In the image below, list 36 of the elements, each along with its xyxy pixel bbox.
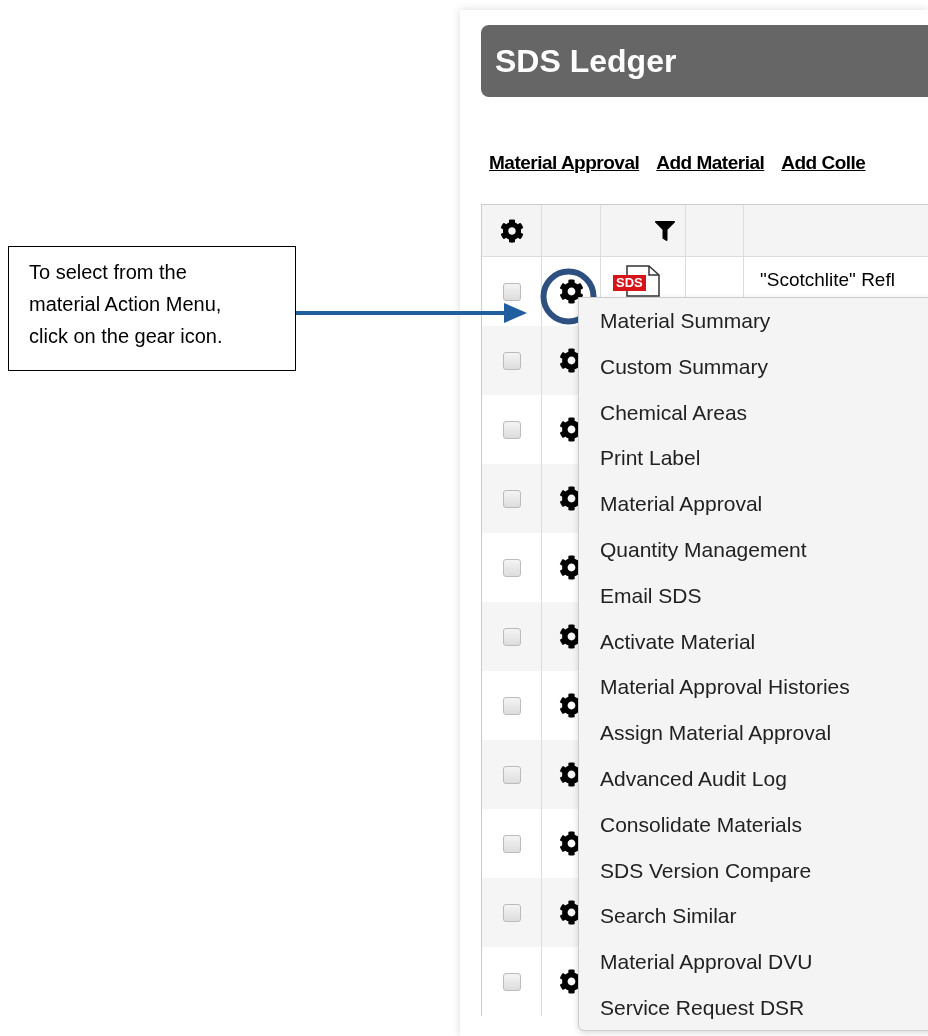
row-checkbox[interactable] — [502, 627, 521, 646]
ledger-header: SDS Ledger — [481, 25, 928, 97]
row-checkbox[interactable] — [502, 765, 521, 784]
menu-item[interactable]: Quantity Management — [579, 527, 928, 573]
filter-icon[interactable] — [655, 220, 675, 241]
callout-box: To select from the material Action Menu, click on the gear icon. — [8, 246, 296, 371]
row-checkbox[interactable] — [502, 972, 521, 991]
menu-item[interactable]: Material Approval Histories — [579, 664, 928, 711]
material-name: "Scotchlite" Refl — [760, 270, 895, 290]
menu-item[interactable]: Service Request DSR — [579, 984, 928, 1031]
menu-item[interactable]: Activate Material — [579, 618, 928, 665]
row-checkbox[interactable] — [502, 558, 521, 577]
menu-item[interactable]: Chemical Areas — [579, 389, 928, 436]
row-checkbox[interactable] — [502, 351, 521, 370]
row-checkbox[interactable] — [502, 696, 521, 715]
menu-item[interactable]: Custom Summary — [579, 343, 928, 390]
settings-icon[interactable] — [499, 218, 524, 243]
menu-item[interactable]: SDS Version Compare — [579, 847, 928, 894]
menu-item[interactable]: Advanced Audit Log — [579, 755, 928, 802]
menu-item[interactable]: Material Approval DVU — [579, 939, 928, 985]
menu-item[interactable]: Email SDS — [579, 572, 928, 619]
menu-item[interactable]: Material Approval — [579, 481, 928, 527]
row-checkbox[interactable] — [502, 282, 521, 301]
row-checkbox[interactable] — [502, 489, 521, 508]
toolbar-link[interactable]: Add Colle — [781, 149, 866, 183]
menu-item[interactable]: Print Label — [579, 435, 928, 482]
menu-item[interactable]: Material Summary — [579, 298, 928, 344]
row-checkbox[interactable] — [502, 834, 521, 853]
menu-item[interactable]: Consolidate Materials — [579, 801, 928, 848]
toolbar-link[interactable]: Add Material — [656, 149, 765, 183]
settings-icon[interactable] — [558, 279, 584, 304]
menu-item[interactable]: Search Similar — [579, 893, 928, 940]
row-checkbox[interactable] — [502, 420, 521, 439]
row-checkbox[interactable] — [502, 903, 521, 922]
menu-item[interactable]: Assign Material Approval — [579, 710, 928, 756]
toolbar-link[interactable]: Material Approval — [489, 149, 640, 183]
